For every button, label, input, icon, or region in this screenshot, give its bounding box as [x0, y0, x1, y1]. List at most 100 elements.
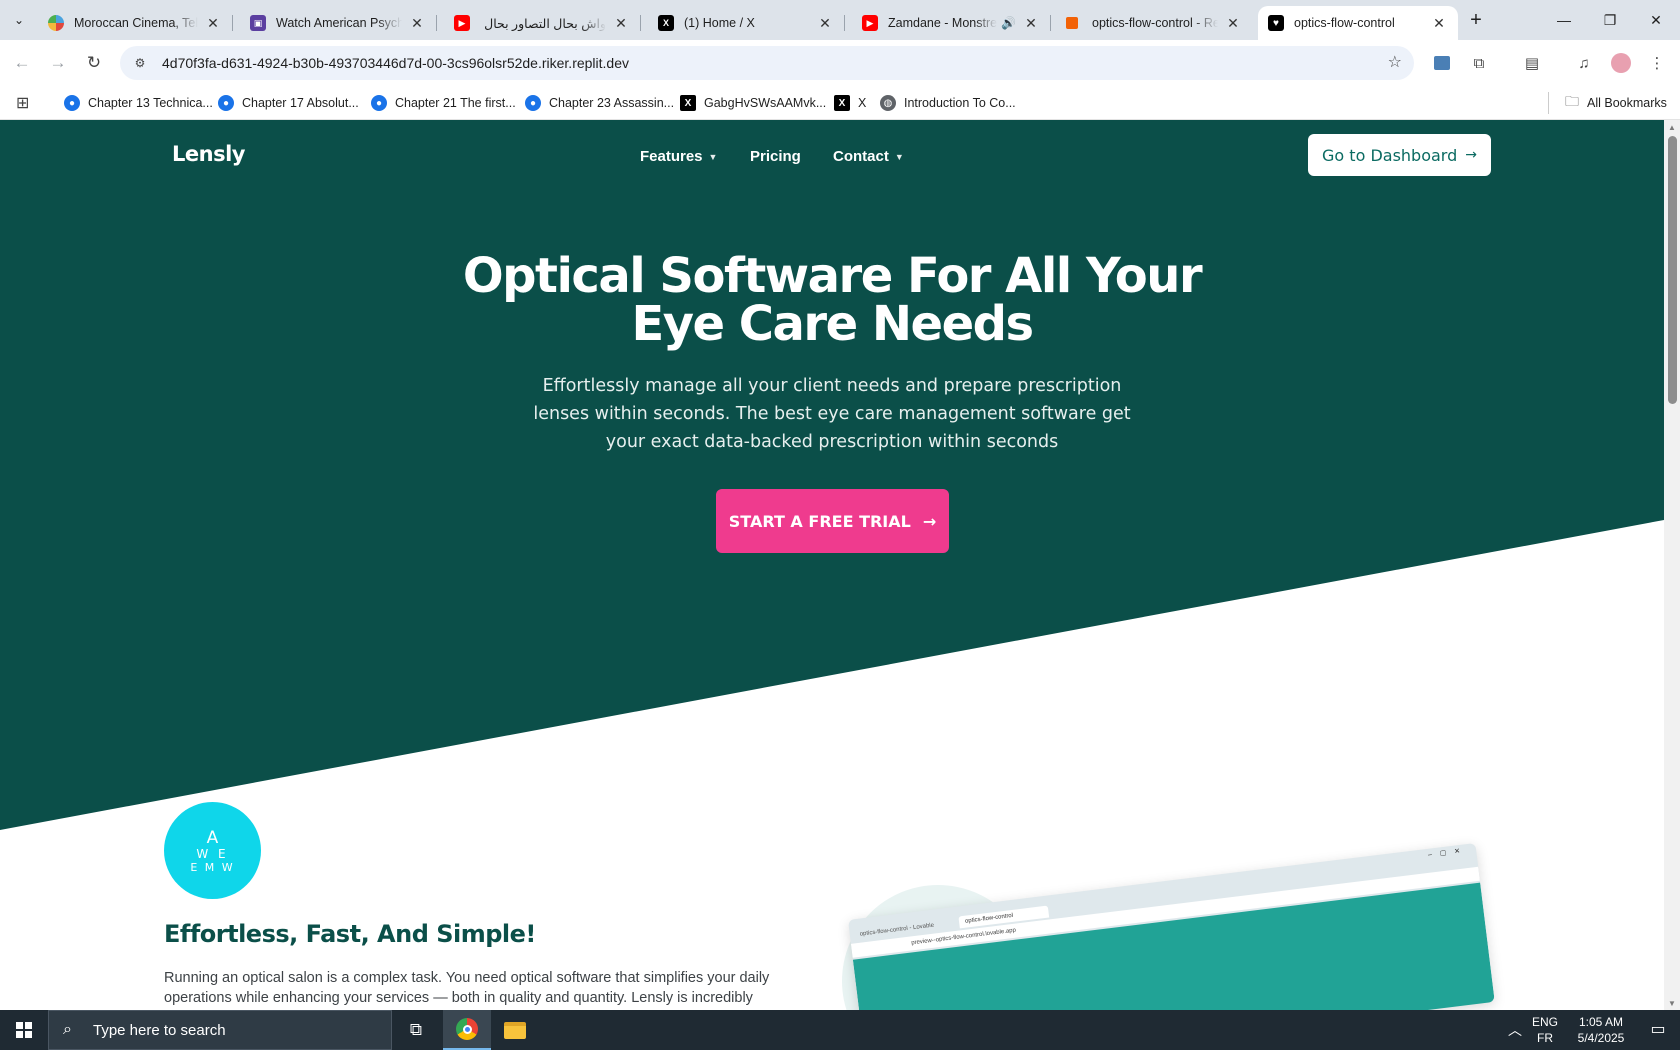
apps-grid-icon[interactable]: ⊞: [16, 92, 29, 114]
close-icon[interactable]: ✕: [1022, 14, 1040, 32]
file-explorer-icon[interactable]: [491, 1010, 539, 1050]
globe-icon: ◍: [880, 95, 896, 111]
page-scrollbar[interactable]: ▲ ▼: [1664, 120, 1680, 1010]
film-icon: ▣: [250, 15, 266, 31]
go-to-dashboard-button[interactable]: Go to Dashboard →: [1308, 134, 1491, 176]
minimize-icon[interactable]: —: [1541, 0, 1587, 40]
nav-pricing[interactable]: Pricing: [750, 148, 801, 165]
close-icon[interactable]: ✕: [1224, 14, 1242, 32]
extensions-icon[interactable]: ⧉: [1467, 51, 1491, 75]
feature-body: Running an optical salon is a complex ta…: [164, 970, 770, 1006]
browser-toolbar: ← → ↻ ⚙ 4d70f3fa-d631-4924-b30b-49370344…: [0, 40, 1680, 86]
course-icon: ●: [64, 95, 80, 111]
tab-search-icon[interactable]: ⌄: [6, 8, 32, 32]
close-icon[interactable]: ✕: [1430, 14, 1448, 32]
app-screenshot-mockup: –▢✕ optics-flow-control - Lovable optics…: [848, 842, 1495, 1010]
back-icon[interactable]: ←: [8, 49, 36, 77]
url-text: 4d70f3fa-d631-4924-b30b-493703446d7d-00-…: [162, 55, 630, 71]
forward-icon[interactable]: →: [44, 49, 72, 77]
tab-title: واش بحال التصاور بحال الـ: [480, 16, 606, 31]
hero-subtitle: Effortlessly manage all your client need…: [533, 376, 1131, 452]
tab-title: Watch American Psycho: [276, 16, 402, 30]
show-hidden-icons-chevron-icon[interactable]: ︿: [1500, 1010, 1530, 1050]
reading-list-icon[interactable]: ▤: [1520, 51, 1544, 75]
bookmark-item[interactable]: XX: [834, 92, 866, 114]
close-icon[interactable]: ✕: [816, 14, 834, 32]
profile-avatar[interactable]: [1609, 51, 1633, 75]
tab-zamdane[interactable]: ▶ Zamdane - Monstres 🔊 ✕: [852, 6, 1051, 40]
tab-title: Moroccan Cinema, Televi: [74, 16, 198, 30]
tab-title: optics-flow-control: [1294, 16, 1395, 30]
bookmark-star-icon[interactable]: ☆: [1388, 52, 1402, 72]
folder-icon: 🗀: [1565, 93, 1579, 109]
youtube-icon: ▶: [862, 15, 878, 31]
tab-title: (1) Home / X: [684, 16, 755, 30]
speaker-icon[interactable]: 🔊: [1001, 16, 1016, 30]
tab-moroccan-cinema[interactable]: Moroccan Cinema, Televi ✕: [38, 6, 233, 40]
hero-background: [0, 120, 1664, 830]
taskbar-clock[interactable]: 1:05 AM 5/4/2025: [1566, 1010, 1636, 1050]
nav-contact[interactable]: Contact ▼: [833, 148, 904, 165]
chrome-taskbar-icon[interactable]: [443, 1010, 491, 1050]
x-icon: X: [834, 95, 850, 111]
chevron-down-icon: ▼: [894, 151, 904, 162]
arrow-right-icon: →: [1465, 147, 1477, 163]
scroll-up-icon[interactable]: ▲: [1664, 120, 1680, 134]
chevron-down-icon: ▼: [708, 151, 718, 162]
page-viewport: Lensly Features ▼ Pricing Contact ▼ Go to …: [0, 120, 1664, 1010]
hero-title: Optical Software For All Your Eye Care N…: [462, 248, 1203, 352]
task-view-icon[interactable]: ⧉: [392, 1010, 440, 1050]
x-icon: X: [680, 95, 696, 111]
close-icon[interactable]: ✕: [204, 14, 222, 32]
notifications-icon[interactable]: ▭: [1636, 1010, 1680, 1050]
bookmark-item[interactable]: ● Chapter 23 Assassin...: [525, 92, 674, 114]
tab-title: Zamdane - Monstres: [888, 16, 998, 30]
restore-icon[interactable]: ❐: [1587, 0, 1633, 40]
all-bookmarks-button[interactable]: 🗀 All Bookmarks: [1548, 92, 1667, 114]
close-window-icon[interactable]: ✕: [1633, 0, 1679, 40]
bookmark-item[interactable]: ● Chapter 21 The first...: [371, 92, 516, 114]
input-language-indicator[interactable]: ENG FR: [1530, 1010, 1560, 1050]
windows-start-button[interactable]: [0, 1010, 48, 1050]
tab-x-home[interactable]: X (1) Home / X ✕: [648, 6, 845, 40]
close-icon[interactable]: ✕: [408, 14, 426, 32]
eye-chart-badge-icon: A W E E M W: [164, 802, 261, 899]
course-icon: ●: [371, 95, 387, 111]
new-tab-button[interactable]: +: [1462, 8, 1490, 32]
scroll-down-icon[interactable]: ▼: [1664, 996, 1680, 1010]
bookmark-item[interactable]: X GabgHvSWsAAMvk...: [680, 92, 826, 114]
x-icon: X: [658, 15, 674, 31]
address-bar[interactable]: ⚙ 4d70f3fa-d631-4924-b30b-493703446d7d-0…: [120, 46, 1414, 80]
bookmark-item[interactable]: ◍ Introduction To Co...: [880, 92, 1016, 114]
heart-icon: ♥: [1268, 15, 1284, 31]
site-info-icon[interactable]: ⚙: [128, 56, 152, 70]
reload-icon[interactable]: ↻: [80, 49, 108, 77]
search-icon: ⌕: [63, 1021, 72, 1038]
extension-app-icon[interactable]: [1430, 51, 1454, 75]
bookmark-item[interactable]: ● Chapter 13 Technica...: [64, 92, 213, 114]
scroll-thumb[interactable]: [1668, 136, 1677, 404]
windows-taskbar: ⌕ Type here to search ⧉ ︿ ENG FR 1:05 AM…: [0, 1010, 1680, 1050]
start-free-trial-button[interactable]: START A FREE TRIAL →: [716, 489, 949, 553]
colorful-circle-icon: [48, 15, 64, 31]
course-icon: ●: [218, 95, 234, 111]
media-controls-icon[interactable]: ♫: [1572, 51, 1596, 75]
browser-tab-strip: ⌄ Moroccan Cinema, Televi ✕ ▣ Watch Amer…: [0, 0, 1680, 40]
nav-features[interactable]: Features ▼: [640, 148, 717, 165]
bookmark-item[interactable]: ● Chapter 17 Absolut...: [218, 92, 359, 114]
tab-youtube-arabic[interactable]: ▶ واش بحال التصاور بحال الـ ✕: [444, 6, 641, 40]
tab-american-psycho[interactable]: ▣ Watch American Psycho ✕: [240, 6, 437, 40]
tab-optics-flow-control-active[interactable]: ♥ optics-flow-control ✕: [1258, 6, 1458, 40]
tab-replit[interactable]: optics-flow-control - Rep ✕: [1056, 6, 1252, 40]
feature-title: Effortless, Fast, And Simple!: [164, 920, 536, 948]
replit-icon: [1066, 17, 1078, 29]
taskbar-search-input[interactable]: ⌕ Type here to search: [48, 1010, 392, 1050]
course-icon: ●: [525, 95, 541, 111]
close-icon[interactable]: ✕: [612, 14, 630, 32]
arrow-right-icon: →: [922, 511, 937, 531]
bookmarks-bar: ⊞ ● Chapter 13 Technica... ● Chapter 17 Ab…: [0, 86, 1680, 120]
menu-kebab-icon[interactable]: ⋮: [1645, 51, 1669, 75]
youtube-icon: ▶: [454, 15, 470, 31]
site-logo[interactable]: Lensly: [172, 142, 245, 166]
tab-title: optics-flow-control - Rep: [1092, 16, 1218, 30]
